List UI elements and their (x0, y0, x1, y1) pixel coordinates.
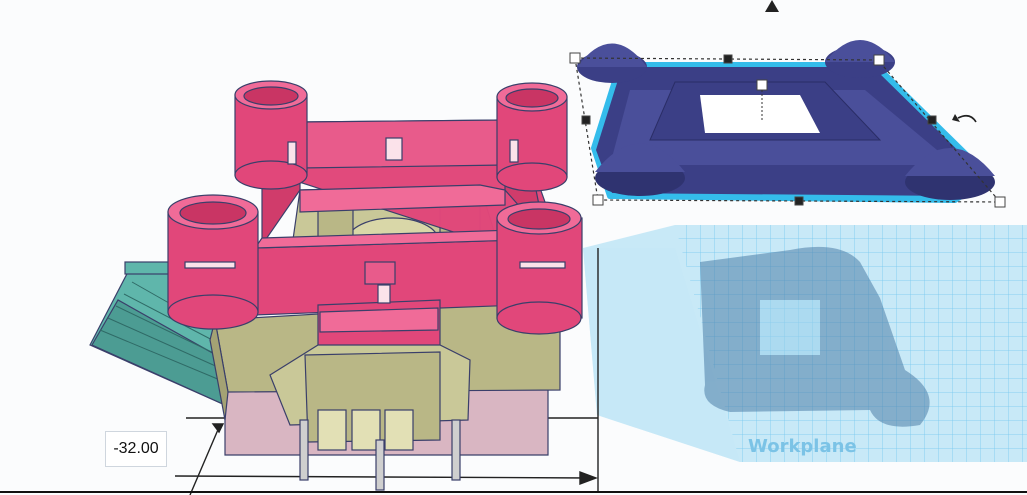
handle-corner-front-right[interactable] (994, 196, 1006, 208)
handle-edge-back[interactable] (723, 54, 733, 64)
handle-corner-back-left[interactable] (569, 52, 581, 64)
handle-edge-left[interactable] (581, 115, 591, 125)
handle-corner-front-left[interactable] (592, 194, 604, 206)
lift-cone-icon[interactable] (765, 0, 779, 12)
center-hole (700, 95, 820, 133)
tower-front-right[interactable] (496, 201, 583, 335)
castle-model[interactable] (89, 80, 583, 491)
tower-front-left[interactable] (167, 194, 259, 330)
tower-back-right[interactable] (496, 82, 568, 192)
dimension-input[interactable]: -32.00 (105, 431, 167, 467)
scene-canvas[interactable]: Workplane (0, 0, 1027, 495)
workplane-label: Workplane (748, 436, 857, 457)
handle-edge-front[interactable] (794, 196, 804, 206)
3d-viewport[interactable]: Workplane -32.00 (0, 0, 1027, 495)
corner-dome-back-left (577, 43, 647, 83)
handle-corner-back-right[interactable] (873, 54, 885, 66)
rotate-arrow-icon[interactable] (957, 114, 977, 123)
tower-back-left[interactable] (234, 80, 308, 190)
handle-edge-right[interactable] (927, 115, 937, 125)
handle-height[interactable] (756, 79, 768, 91)
